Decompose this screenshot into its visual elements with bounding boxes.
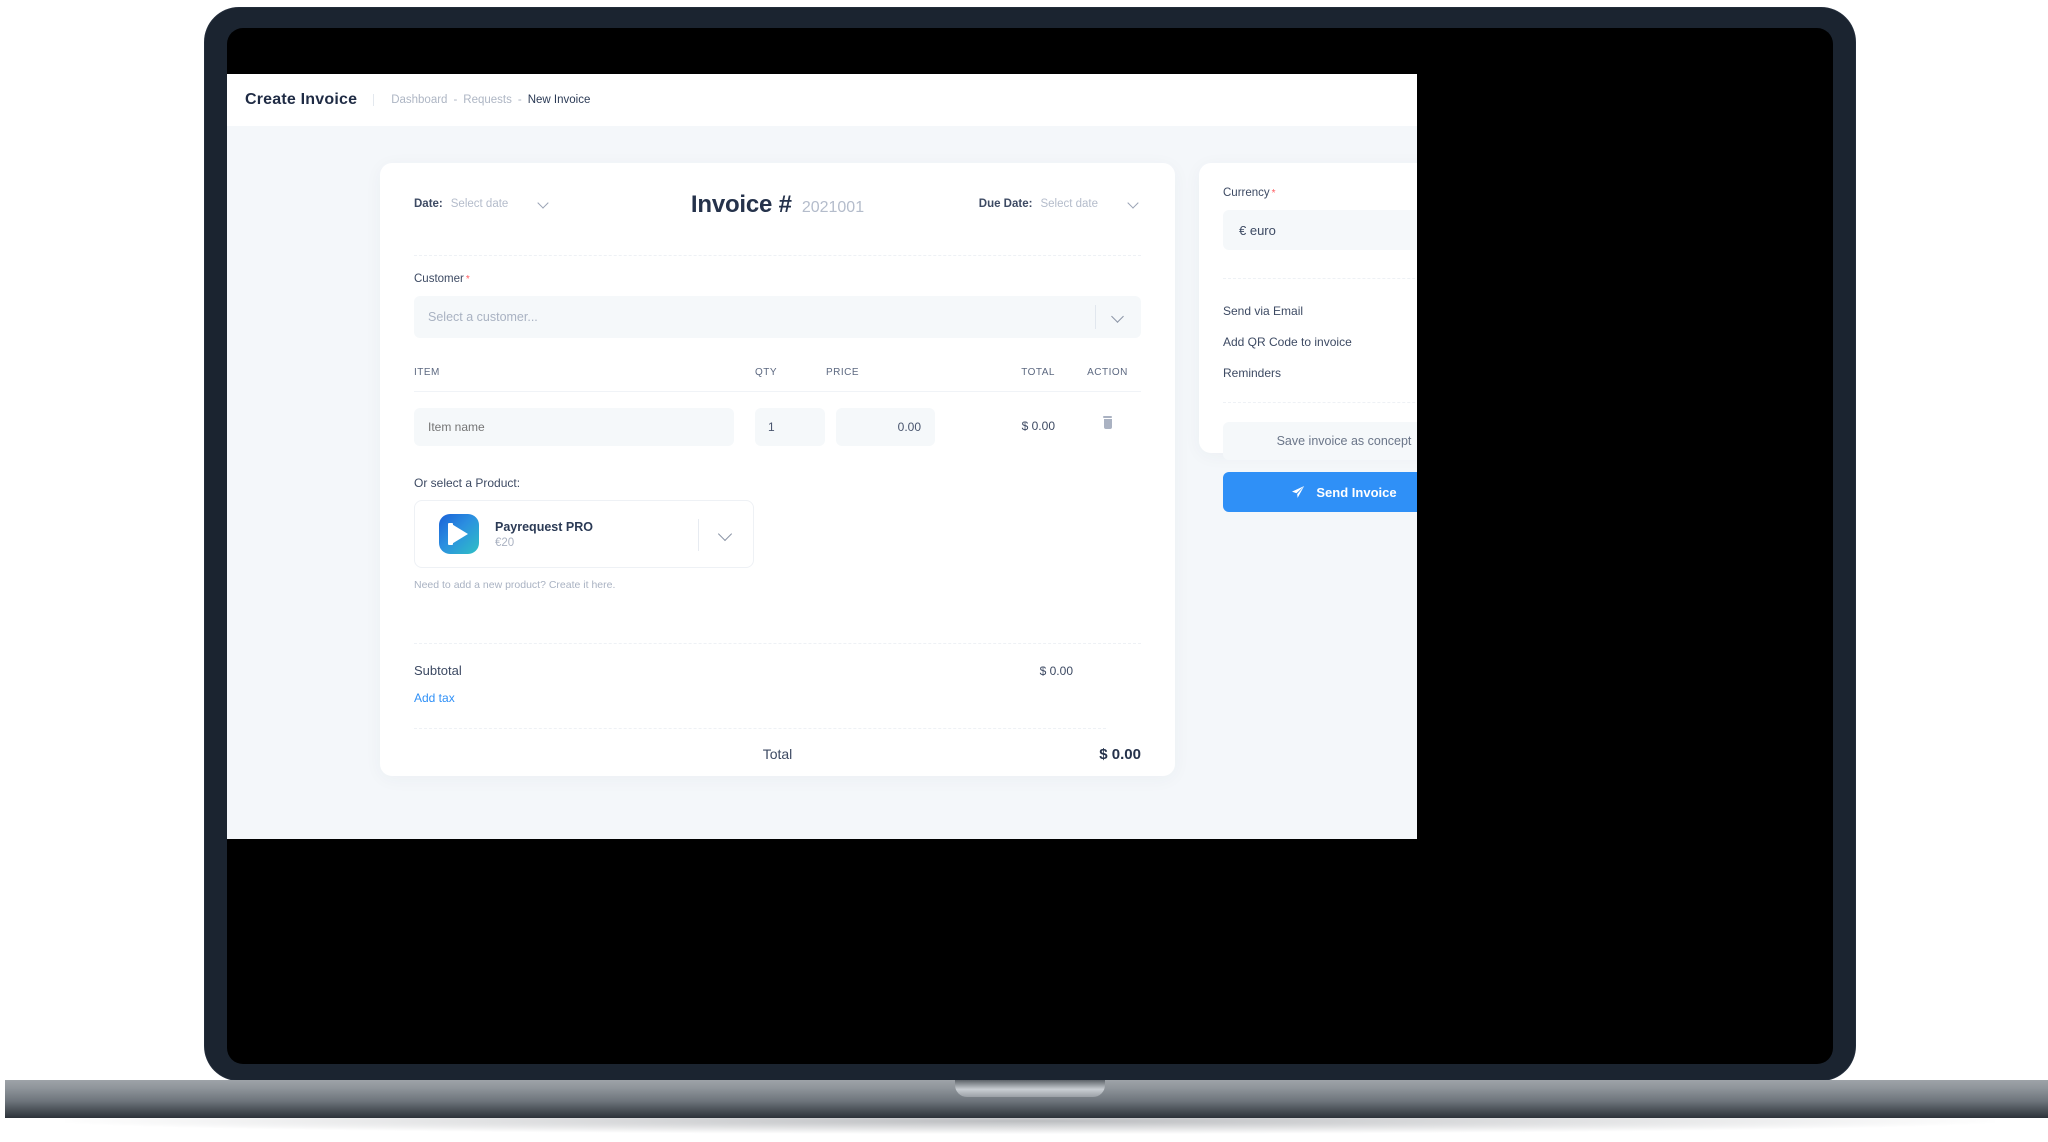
item-qty-input[interactable] xyxy=(755,408,825,446)
chevron-down-icon xyxy=(1113,312,1124,323)
save-invoice-as-concept-button[interactable]: Save invoice as concept xyxy=(1223,422,1417,460)
items-table: ITEM QTY PRICE TOTAL ACTION Item name 1 … xyxy=(414,367,1141,446)
chevron-down-icon xyxy=(538,197,551,210)
customer-block: Customer * Select a customer... xyxy=(414,273,1141,338)
column-header-qty: QTY xyxy=(755,367,778,378)
date-value: Select date xyxy=(450,197,509,210)
delete-item-button[interactable] xyxy=(1074,416,1141,429)
table-row: $ 0.00 xyxy=(414,408,1141,446)
currency-label-text: Currency xyxy=(1223,187,1270,199)
laptop-screen: Create Invoice Dashboard - Requests - Ne… xyxy=(227,28,1833,1064)
breadcrumb-item-requests[interactable]: Requests xyxy=(463,94,512,106)
customer-label-text: Customer xyxy=(414,273,464,285)
product-block: Or select a Product: Payrequest PRO €20 xyxy=(414,476,774,591)
invoice-number-value[interactable]: 2021001 xyxy=(802,199,864,217)
subtotal-label: Subtotal xyxy=(414,663,462,678)
setting-send-via-email: Send via Email xyxy=(1223,295,1417,326)
toggle-label: Send via Email xyxy=(1223,303,1304,318)
setting-add-qr-code: Add QR Code to invoice xyxy=(1223,326,1417,357)
select-divider xyxy=(1095,305,1096,329)
required-marker: * xyxy=(465,274,470,285)
currency-label: Currency * xyxy=(1223,187,1417,199)
date-label: Date: xyxy=(414,197,443,210)
breadcrumb: Dashboard - Requests - New Invoice xyxy=(373,94,590,106)
product-price: €20 xyxy=(495,536,515,549)
item-price-input[interactable] xyxy=(836,408,935,446)
invoice-due-date-picker[interactable]: Due Date: Select date xyxy=(979,197,1141,210)
item-total-value: $ 0.00 xyxy=(1021,419,1055,433)
send-plane-icon xyxy=(1291,485,1305,499)
invoice-number-label: Invoice # xyxy=(690,191,792,218)
payrequest-logo-icon xyxy=(439,514,479,554)
page-title: Create Invoice xyxy=(245,91,358,108)
divider xyxy=(1223,278,1417,279)
settings-panel: Currency * € euro Send via Email Add QR … xyxy=(1199,163,1417,512)
breadcrumb-item-new-invoice: New Invoice xyxy=(527,94,591,106)
send-invoice-label: Send Invoice xyxy=(1316,484,1397,500)
app-viewport: Create Invoice Dashboard - Requests - Ne… xyxy=(227,74,1417,839)
breadcrumb-separator: - xyxy=(517,94,522,106)
customer-label: Customer * xyxy=(414,273,1141,285)
invoice-date-row: Date: Select date Invoice # 2021001 Due … xyxy=(414,191,1141,231)
send-invoice-button[interactable]: Send Invoice xyxy=(1223,472,1417,512)
settings-toggle-list: Send via Email Add QR Code to invoice Re… xyxy=(1223,295,1417,388)
invoice-card: Date: Select date Invoice # 2021001 Due … xyxy=(380,163,1175,776)
invoice-date-picker[interactable]: Date: Select date xyxy=(414,197,551,210)
column-header-item: ITEM xyxy=(414,367,440,378)
app-header: Create Invoice Dashboard - Requests - Ne… xyxy=(227,74,1417,126)
divider xyxy=(1223,402,1417,403)
product-select-label: Or select a Product: xyxy=(414,476,521,490)
toggle-label: Add QR Code to invoice xyxy=(1223,334,1352,349)
due-date-label: Due Date: xyxy=(978,197,1033,210)
subtotal-value: $ 0.00 xyxy=(1039,663,1073,678)
chevron-down-icon xyxy=(1128,197,1141,210)
divider xyxy=(414,643,1141,644)
column-header-action: ACTION xyxy=(1087,367,1128,378)
total-label: Total xyxy=(762,746,793,762)
column-header-total: TOTAL xyxy=(1021,367,1055,378)
currency-value: € euro xyxy=(1239,222,1276,238)
divider xyxy=(414,728,1106,729)
required-marker: * xyxy=(1271,188,1276,199)
customer-placeholder: Select a customer... xyxy=(428,310,538,324)
chevron-down-icon xyxy=(720,529,733,542)
breadcrumb-item-dashboard[interactable]: Dashboard xyxy=(391,94,447,106)
invoice-number: Invoice # 2021001 xyxy=(691,191,864,219)
column-header-price: PRICE xyxy=(826,367,860,378)
total-row: Total $ 0.00 xyxy=(414,746,1141,770)
items-table-header: ITEM QTY PRICE TOTAL ACTION xyxy=(414,367,1141,392)
laptop-lid: Create Invoice Dashboard - Requests - Ne… xyxy=(205,8,1855,1080)
add-tax-link[interactable]: Add tax xyxy=(414,691,455,705)
table-header-divider xyxy=(414,391,1141,392)
total-value: $ 0.00 xyxy=(1099,746,1141,763)
due-date-value: Select date xyxy=(1040,197,1098,210)
trash-icon xyxy=(1102,416,1113,429)
customer-select[interactable]: Select a customer... xyxy=(414,296,1141,338)
laptop-device: Create Invoice Dashboard - Requests - Ne… xyxy=(5,8,2048,1134)
laptop-base-notch xyxy=(955,1080,1105,1097)
setting-reminders: Reminders xyxy=(1223,357,1417,388)
item-name-input[interactable] xyxy=(414,408,734,446)
product-info: Payrequest PRO €20 xyxy=(495,520,593,549)
divider xyxy=(414,255,1141,256)
breadcrumb-separator: - xyxy=(453,94,458,106)
app-body: Date: Select date Invoice # 2021001 Due … xyxy=(227,126,1417,839)
product-create-hint[interactable]: Need to add a new product? Create it her… xyxy=(414,579,774,591)
toggle-label: Reminders xyxy=(1223,365,1282,380)
subtotal-row: Subtotal $ 0.00 xyxy=(414,663,1141,678)
select-divider xyxy=(698,519,699,551)
currency-select[interactable]: € euro xyxy=(1223,210,1417,250)
product-select[interactable]: Payrequest PRO €20 xyxy=(414,500,754,568)
product-name: Payrequest PRO xyxy=(495,519,593,534)
